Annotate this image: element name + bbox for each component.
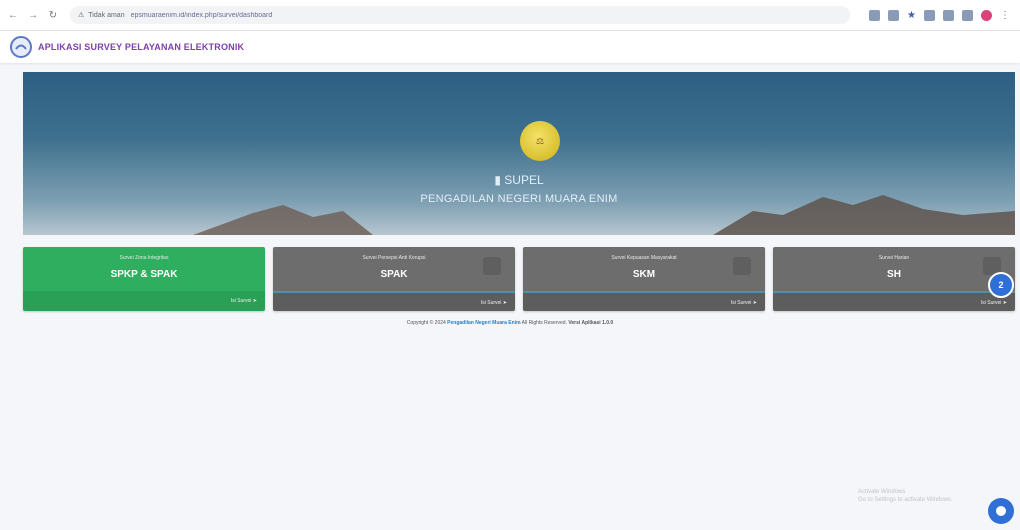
translate-icon[interactable]: [869, 9, 881, 21]
address-bar[interactable]: ⚠ Tidak aman epsmuaraenim.id/index.php/s…: [70, 6, 850, 24]
copyright-footer: Copyright © 2024 Pengadilan Negeri Muara…: [406, 320, 614, 326]
arrow-right-icon: ➤: [252, 298, 257, 304]
court-emblem-icon: ⚖: [520, 121, 560, 161]
bookmark-star-icon[interactable]: ★: [907, 10, 916, 21]
card-action-link[interactable]: Isi Survei: [481, 300, 502, 306]
browser-menu-icon[interactable]: ⋮: [1000, 10, 1010, 21]
hero-banner: ⚖ ▮ SUPEL PENGADILAN NEGERI MUARA ENIM: [23, 72, 1015, 235]
app-logo-icon[interactable]: [10, 36, 32, 58]
url-text[interactable]: epsmuaraenim.id/index.php/survei/dashboa…: [131, 12, 273, 19]
card-caption: Survei Kepuasan Masyarakat: [611, 255, 677, 261]
card-action-link[interactable]: Isi Survei: [231, 298, 252, 304]
card-action-link[interactable]: Isi Survei: [731, 300, 752, 306]
chat-button[interactable]: [988, 498, 1014, 524]
floating-action-button[interactable]: 2: [988, 272, 1014, 298]
back-icon[interactable]: ←: [6, 8, 20, 22]
card-sh[interactable]: Survei Harian SH Isi Survei ➤: [773, 247, 1015, 311]
download-icon[interactable]: [943, 9, 954, 21]
card-caption: Survei Harian: [878, 255, 910, 261]
card-action-link[interactable]: Isi Survei: [981, 300, 1002, 306]
arrow-right-icon: ➤: [1002, 300, 1007, 306]
windows-activation-notice: Activate Windows Go to Settings to activ…: [858, 489, 953, 503]
hero-subtitle: PENGADILAN NEGERI MUARA ENIM: [420, 193, 618, 205]
arrow-right-icon: ➤: [502, 300, 507, 306]
chart-icon: ▮: [494, 173, 501, 187]
app-title[interactable]: APLIKASI SURVEY PELAYANAN ELEKTRONIK: [38, 42, 244, 52]
reload-icon[interactable]: ↻: [46, 8, 60, 22]
hero-brand: ▮ SUPEL: [494, 173, 544, 187]
extensions-icon[interactable]: [924, 9, 935, 21]
card-skm[interactable]: Survei Kepuasan Masyarakat SKM Isi Surve…: [523, 247, 765, 311]
zoom-icon[interactable]: [888, 9, 900, 21]
card-title: SH: [887, 269, 901, 280]
card-title: SPKP & SPAK: [110, 269, 178, 280]
security-label: Tidak aman: [88, 11, 125, 19]
card-caption: Survei Zona Integritas: [119, 255, 169, 261]
not-secure-icon[interactable]: ⚠: [78, 11, 84, 19]
card-spak[interactable]: Survei Persepsi Anti Korupsi SPAK Isi Su…: [273, 247, 515, 311]
browser-toolbar: ← → ↻ ⚠ Tidak aman epsmuaraenim.id/index…: [0, 0, 1020, 31]
app-header: APLIKASI SURVEY PELAYANAN ELEKTRONIK: [0, 31, 1020, 63]
card-title: SPAK: [380, 269, 408, 280]
card-title: SKM: [632, 269, 656, 280]
card-spkp-spak[interactable]: Survei Zona Integritas SPKP & SPAK Isi S…: [23, 247, 265, 311]
sidebar-icon[interactable]: [962, 9, 973, 21]
profile-avatar[interactable]: [981, 9, 992, 21]
arrow-right-icon: ➤: [752, 300, 757, 306]
card-caption: Survei Persepsi Anti Korupsi: [362, 255, 426, 261]
forward-icon[interactable]: →: [26, 8, 40, 22]
chat-icon: [996, 506, 1006, 516]
org-link[interactable]: Pengadilan Negeri Muara Enim: [447, 320, 520, 326]
